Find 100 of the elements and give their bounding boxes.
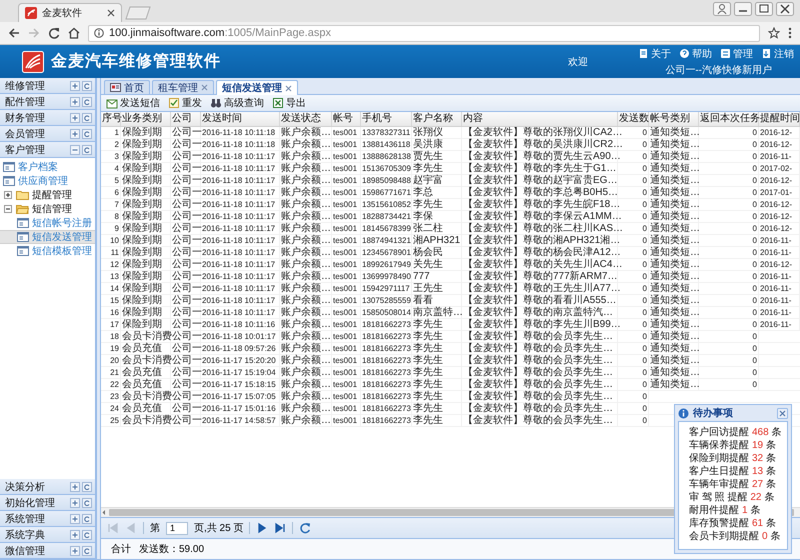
column-header[interactable]: 帐号类别 — [649, 112, 699, 126]
refresh-icon[interactable] — [82, 514, 92, 524]
sidebar-header[interactable]: 系统字典 — [0, 527, 95, 543]
toolbar-button[interactable]: 重发 — [167, 96, 203, 110]
toolbar-button[interactable]: 导出 — [271, 96, 307, 110]
reminder-label[interactable]: 耐用件提醒 — [689, 504, 739, 517]
reminder-label[interactable]: 车辆保养提醒 — [689, 439, 749, 452]
refresh-icon[interactable] — [82, 482, 92, 492]
table-cell: 李先生 — [412, 343, 462, 354]
refresh-icon[interactable] — [82, 128, 92, 138]
table-cell: 账户余额… — [280, 391, 332, 402]
tree-item[interactable]: 提醒管理 — [0, 188, 95, 202]
table-cell: tes001 — [332, 403, 361, 414]
sidebar-header[interactable]: 系统管理 — [0, 511, 95, 527]
tree-item[interactable]: 供应商管理 — [0, 174, 95, 188]
header-link[interactable]: 管理 — [720, 46, 753, 60]
header-link[interactable]: 关于 — [638, 46, 671, 60]
table-cell: 公司一 — [171, 127, 201, 138]
tree-item[interactable]: 短信管理 — [0, 202, 95, 216]
last-page-icon[interactable] — [274, 522, 286, 534]
refresh-icon[interactable] — [82, 80, 92, 90]
help-icon — [679, 48, 690, 59]
table-cell: 账户余额… — [280, 307, 332, 318]
column-header[interactable]: 发送状态 — [280, 112, 332, 126]
user-icon[interactable] — [713, 2, 731, 16]
tree-item[interactable]: 客户档案 — [0, 160, 95, 174]
refresh-icon[interactable] — [82, 96, 92, 106]
close-icon[interactable] — [107, 9, 115, 17]
next-page-icon[interactable] — [256, 522, 268, 534]
address-bar[interactable]: 100.jinmaisoftware.com:1005/MainPage.aspx — [88, 24, 760, 42]
reminder-label[interactable]: 客户回访提醒 — [689, 426, 749, 439]
browser-tab[interactable]: 金麦软件 — [18, 3, 122, 22]
tab-title: 金麦软件 — [42, 6, 83, 20]
sidebar-header[interactable]: 决策分析 — [0, 479, 95, 495]
column-header[interactable]: 手机号 — [361, 112, 412, 126]
close-icon[interactable] — [777, 408, 788, 418]
reminder-label[interactable]: 审 驾 照 提醒 — [689, 491, 748, 504]
star-icon[interactable] — [768, 27, 780, 39]
header-link[interactable]: 注销 — [761, 46, 794, 60]
column-header[interactable]: 序号 — [101, 112, 121, 126]
toolbar-button[interactable]: 高级查询 — [209, 96, 265, 110]
close-icon[interactable] — [776, 2, 794, 16]
reminder-label[interactable]: 会员卡到期提醒 — [689, 530, 759, 543]
menu-icon[interactable] — [788, 27, 792, 39]
table-cell: tes001 — [332, 391, 361, 402]
column-header[interactable]: 提醒时间 — [759, 112, 800, 126]
column-header[interactable]: 发送时间 — [201, 112, 280, 126]
back-icon[interactable] — [8, 27, 20, 39]
sidebar-header[interactable]: 财务管理 — [0, 110, 95, 126]
sidebar-header[interactable]: 会员管理 — [0, 126, 95, 142]
table-cell: 18181662273 — [361, 319, 412, 330]
tree-item[interactable]: 短信帐号注册 — [0, 216, 95, 230]
reload-icon[interactable] — [48, 27, 60, 39]
table-cell: 南京盖特… — [412, 307, 462, 318]
reminder-label[interactable]: 客户生日提醒 — [689, 465, 749, 478]
table-cell: 通知类短… — [649, 139, 699, 150]
table-cell: 【金麦软件】尊敬的看看川A555… — [462, 295, 618, 306]
table-cell: 14 — [101, 283, 121, 294]
tab[interactable]: 短信发送管理 — [216, 80, 298, 95]
table-cell: 通知类短… — [649, 199, 699, 210]
sidebar-header[interactable]: 客户管理 — [0, 142, 95, 158]
table-cell: 18181662273 — [361, 367, 412, 378]
table-cell: 2016-11- — [759, 295, 800, 306]
reminder-label[interactable]: 保险到期提醒 — [689, 452, 749, 465]
reminder-label[interactable]: 车辆年审提醒 — [689, 478, 749, 491]
sidebar-header[interactable]: 初始化管理 — [0, 495, 95, 511]
reminder-label[interactable]: 库存预警提醒 — [689, 517, 749, 530]
tab[interactable]: 租车管理 — [152, 80, 214, 94]
tab[interactable]: 首页 — [104, 80, 150, 94]
refresh-icon[interactable] — [82, 144, 92, 154]
refresh-icon[interactable] — [82, 546, 92, 556]
column-header[interactable]: 帐号 — [332, 112, 361, 126]
sidebar-header[interactable]: 维修管理 — [0, 78, 95, 94]
refresh-icon[interactable] — [82, 112, 92, 122]
table-cell: 17 — [101, 319, 121, 330]
page-field[interactable]: 1 — [166, 522, 188, 534]
sidebar-header[interactable]: 微信管理 — [0, 543, 95, 559]
table-cell: tes001 — [332, 319, 361, 330]
minimize-icon[interactable] — [734, 2, 752, 16]
tree-item[interactable]: 短信发送管理 — [0, 230, 95, 244]
refresh-icon[interactable] — [82, 530, 92, 540]
minus-icon[interactable] — [3, 204, 13, 214]
refresh-icon[interactable] — [82, 498, 92, 508]
table-cell: 保险到期 — [121, 307, 171, 318]
plus-icon[interactable] — [3, 190, 13, 200]
column-header[interactable]: 客户名称 — [412, 112, 462, 126]
column-header[interactable]: 发送数 — [618, 112, 649, 126]
tree-item[interactable]: 短信模板管理 — [0, 244, 95, 258]
table-cell: 0 — [618, 379, 649, 390]
home-icon[interactable] — [68, 27, 80, 39]
column-header[interactable]: 公司 — [171, 112, 201, 126]
toolbar-button[interactable]: 发送短信 — [105, 96, 161, 110]
column-header[interactable]: 返回本次任务 — [699, 112, 759, 126]
column-header[interactable]: 业务类别 — [121, 112, 171, 126]
maximize-icon[interactable] — [755, 2, 773, 16]
refresh-icon[interactable] — [299, 522, 312, 534]
sidebar-header[interactable]: 配件管理 — [0, 94, 95, 110]
header-link[interactable]: 帮助 — [679, 46, 712, 60]
column-header[interactable]: 内容 — [462, 112, 618, 126]
table-cell: 通知类短… — [649, 175, 699, 186]
